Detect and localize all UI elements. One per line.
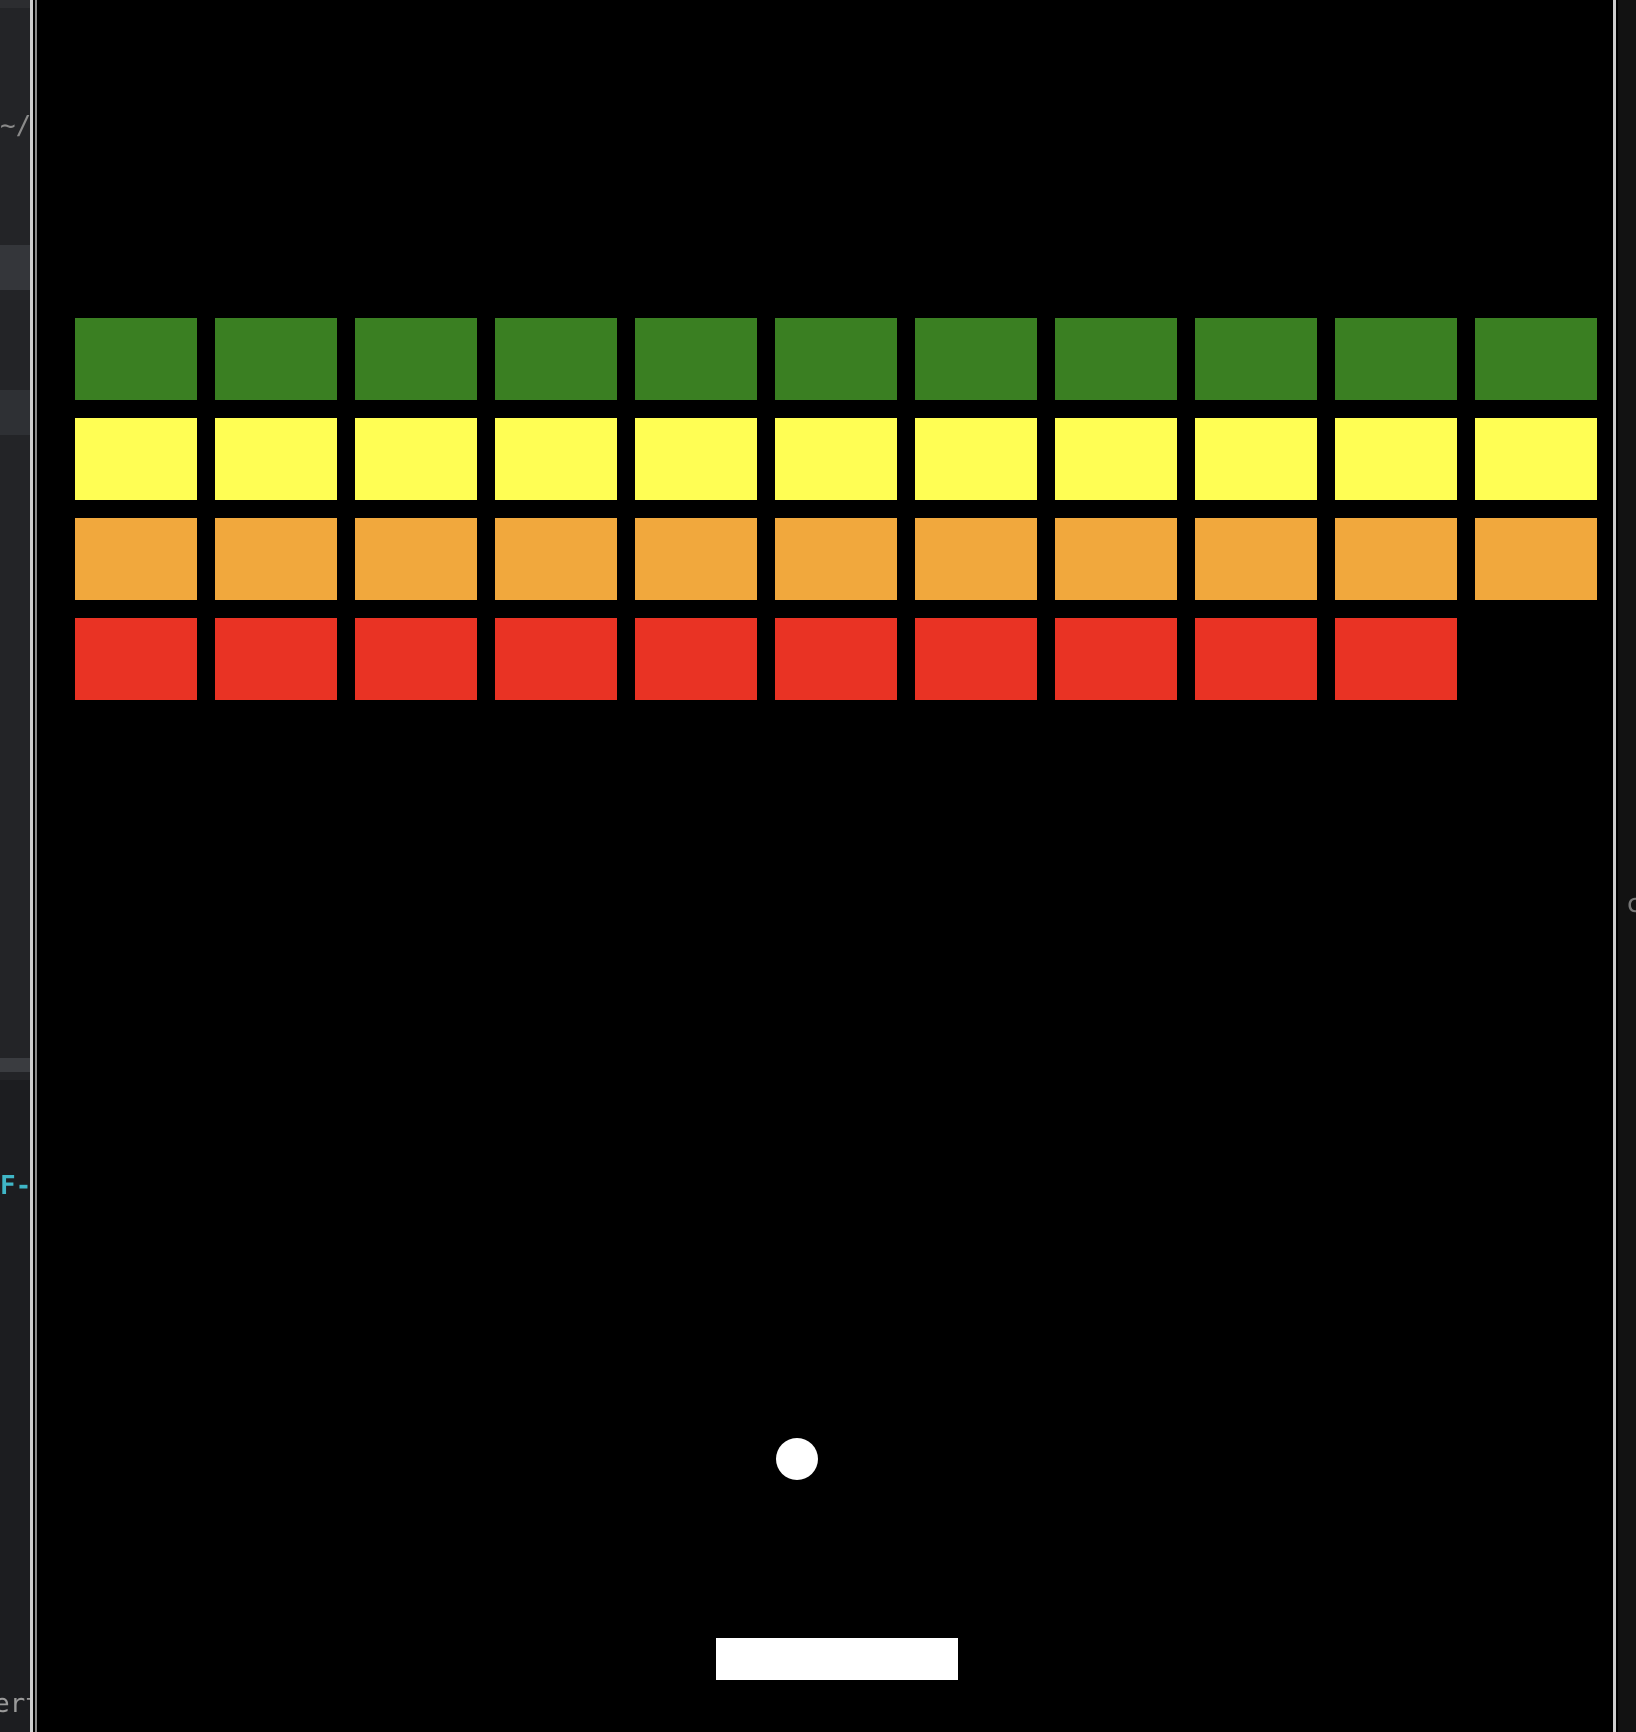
brick-red [1055, 618, 1177, 700]
brick-red [915, 618, 1037, 700]
brick-yellow [215, 418, 337, 500]
game-canvas[interactable] [37, 0, 1613, 1732]
brick-orange [915, 518, 1037, 600]
brick-green [635, 318, 757, 400]
brick-green [1475, 318, 1597, 400]
ball [776, 1438, 818, 1480]
brick-yellow [1195, 418, 1317, 500]
game-playfield [37, 0, 1613, 1732]
brick-green [355, 318, 477, 400]
brick-yellow [1475, 418, 1597, 500]
brick-yellow [495, 418, 617, 500]
window-border-right [1613, 0, 1616, 1732]
editor-band [0, 1058, 30, 1072]
background-window-edge [1618, 0, 1636, 1732]
editor-band [0, 0, 30, 8]
brick-green [1335, 318, 1457, 400]
brick-yellow [75, 418, 197, 500]
brick-yellow [355, 418, 477, 500]
brick-red [495, 618, 617, 700]
brick-green [1055, 318, 1177, 400]
status-fragment: ert [0, 1689, 30, 1719]
brick-yellow [1055, 418, 1177, 500]
brick-orange [75, 518, 197, 600]
brick-green [915, 318, 1037, 400]
brick-red [775, 618, 897, 700]
brick-yellow [635, 418, 757, 500]
window-border-left [30, 0, 33, 1732]
brick-orange [215, 518, 337, 600]
brick-orange [1195, 518, 1317, 600]
brick-orange [495, 518, 617, 600]
brick-yellow [915, 418, 1037, 500]
brick-green [775, 318, 897, 400]
brick-yellow [1335, 418, 1457, 500]
paddle[interactable] [716, 1638, 958, 1680]
background-editor-window: ~/ F- ert [0, 0, 30, 1732]
path-fragment: ~/ [0, 111, 30, 141]
screen: ~/ F- ert c [0, 0, 1636, 1732]
editor-band [0, 245, 30, 290]
brick-green [1195, 318, 1317, 400]
brick-red [635, 618, 757, 700]
brick-orange [355, 518, 477, 600]
brick-orange [635, 518, 757, 600]
code-fragment: F- [0, 1171, 30, 1201]
brick-red [1195, 618, 1317, 700]
brick-red [355, 618, 477, 700]
brick-green [495, 318, 617, 400]
brick-red [75, 618, 197, 700]
right-edge-fragment: c [1626, 889, 1636, 919]
playfield-background [37, 0, 1613, 1732]
brick-orange [1475, 518, 1597, 600]
brick-red [215, 618, 337, 700]
brick-green [215, 318, 337, 400]
editor-band [0, 390, 30, 435]
brick-orange [775, 518, 897, 600]
brick-red [1335, 618, 1457, 700]
brick-orange [1335, 518, 1457, 600]
brick-yellow [775, 418, 897, 500]
brick-orange [1055, 518, 1177, 600]
brick-green [75, 318, 197, 400]
